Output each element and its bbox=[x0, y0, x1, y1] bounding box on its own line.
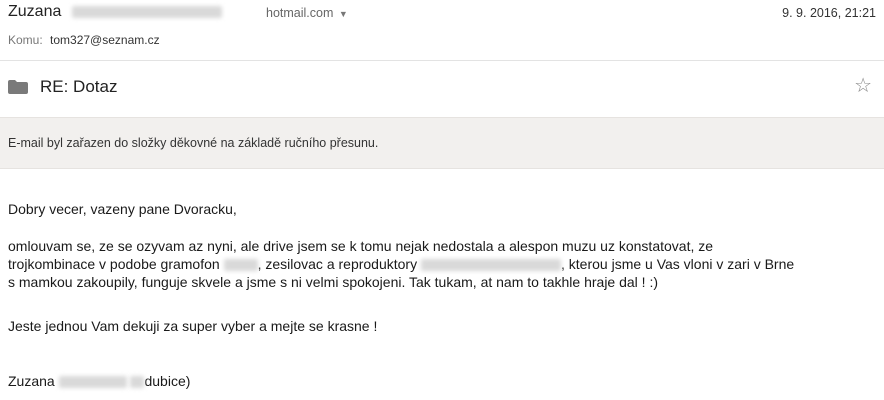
sender-first-name: Zuzana bbox=[8, 3, 62, 20]
thanks-line: Jeste jednou Vam dekuji za super vyber a… bbox=[8, 318, 378, 334]
paragraph-line-2-b: , zesilovac a reproduktory bbox=[257, 256, 418, 272]
recipient-label: Komu: bbox=[8, 33, 43, 47]
sender-row: Zuzana hotmail.com ▼ 9. 9. 2016, 21:21 bbox=[8, 2, 876, 24]
paragraph-line-2-c: , kterou jsme u Vas vloni v zari v Brne bbox=[561, 256, 795, 272]
paragraph-line-1: omlouvam se, ze se ozyvam az nyni, ale d… bbox=[8, 238, 714, 254]
signature-name: Zuzana bbox=[8, 373, 55, 389]
sender-email-domain: hotmail.com bbox=[266, 6, 334, 20]
main-paragraph: omlouvam se, ze se ozyvam az nyni, ale d… bbox=[8, 237, 884, 291]
redacted-brand-1 bbox=[223, 259, 258, 272]
paragraph-line-2-a: trojkombinace v podobe gramofon bbox=[8, 256, 220, 272]
paragraph-line-2: trojkombinace v podobe gramofon , zesilo… bbox=[8, 255, 884, 273]
redacted-brand-2 bbox=[421, 259, 561, 272]
redacted-signature-city bbox=[130, 376, 145, 389]
recipient-row: Komu: tom327@seznam.cz bbox=[8, 33, 160, 47]
subject-row: RE: Dotaz ☆ bbox=[8, 74, 876, 102]
folder-notice-text: E-mail byl zařazen do složky děkovné na … bbox=[8, 136, 379, 150]
message-date: 9. 9. 2016, 21:21 bbox=[782, 6, 876, 20]
star-icon[interactable]: ☆ bbox=[854, 75, 872, 97]
signature-city: dubice) bbox=[144, 373, 191, 389]
redacted-surname bbox=[71, 5, 222, 18]
greeting: Dobry vecer, vazeny pane Dvoracku, bbox=[8, 201, 237, 217]
folder-notice: E-mail byl zařazen do složky děkovné na … bbox=[0, 117, 884, 169]
folder-icon bbox=[8, 80, 28, 94]
redacted-signature-surname bbox=[58, 376, 127, 389]
signature: Zuzana dubice) bbox=[8, 372, 190, 390]
sender-name[interactable]: Zuzana bbox=[8, 3, 222, 21]
paragraph-line-3: s mamkou zakoupily, funguje skvele a jsm… bbox=[8, 274, 659, 290]
header-divider bbox=[0, 60, 884, 61]
message-subject: RE: Dotaz bbox=[40, 77, 118, 96]
sender-email[interactable]: hotmail.com ▼ bbox=[266, 6, 348, 20]
recipient-address[interactable]: tom327@seznam.cz bbox=[50, 33, 160, 47]
caret-down-icon[interactable]: ▼ bbox=[339, 9, 348, 19]
